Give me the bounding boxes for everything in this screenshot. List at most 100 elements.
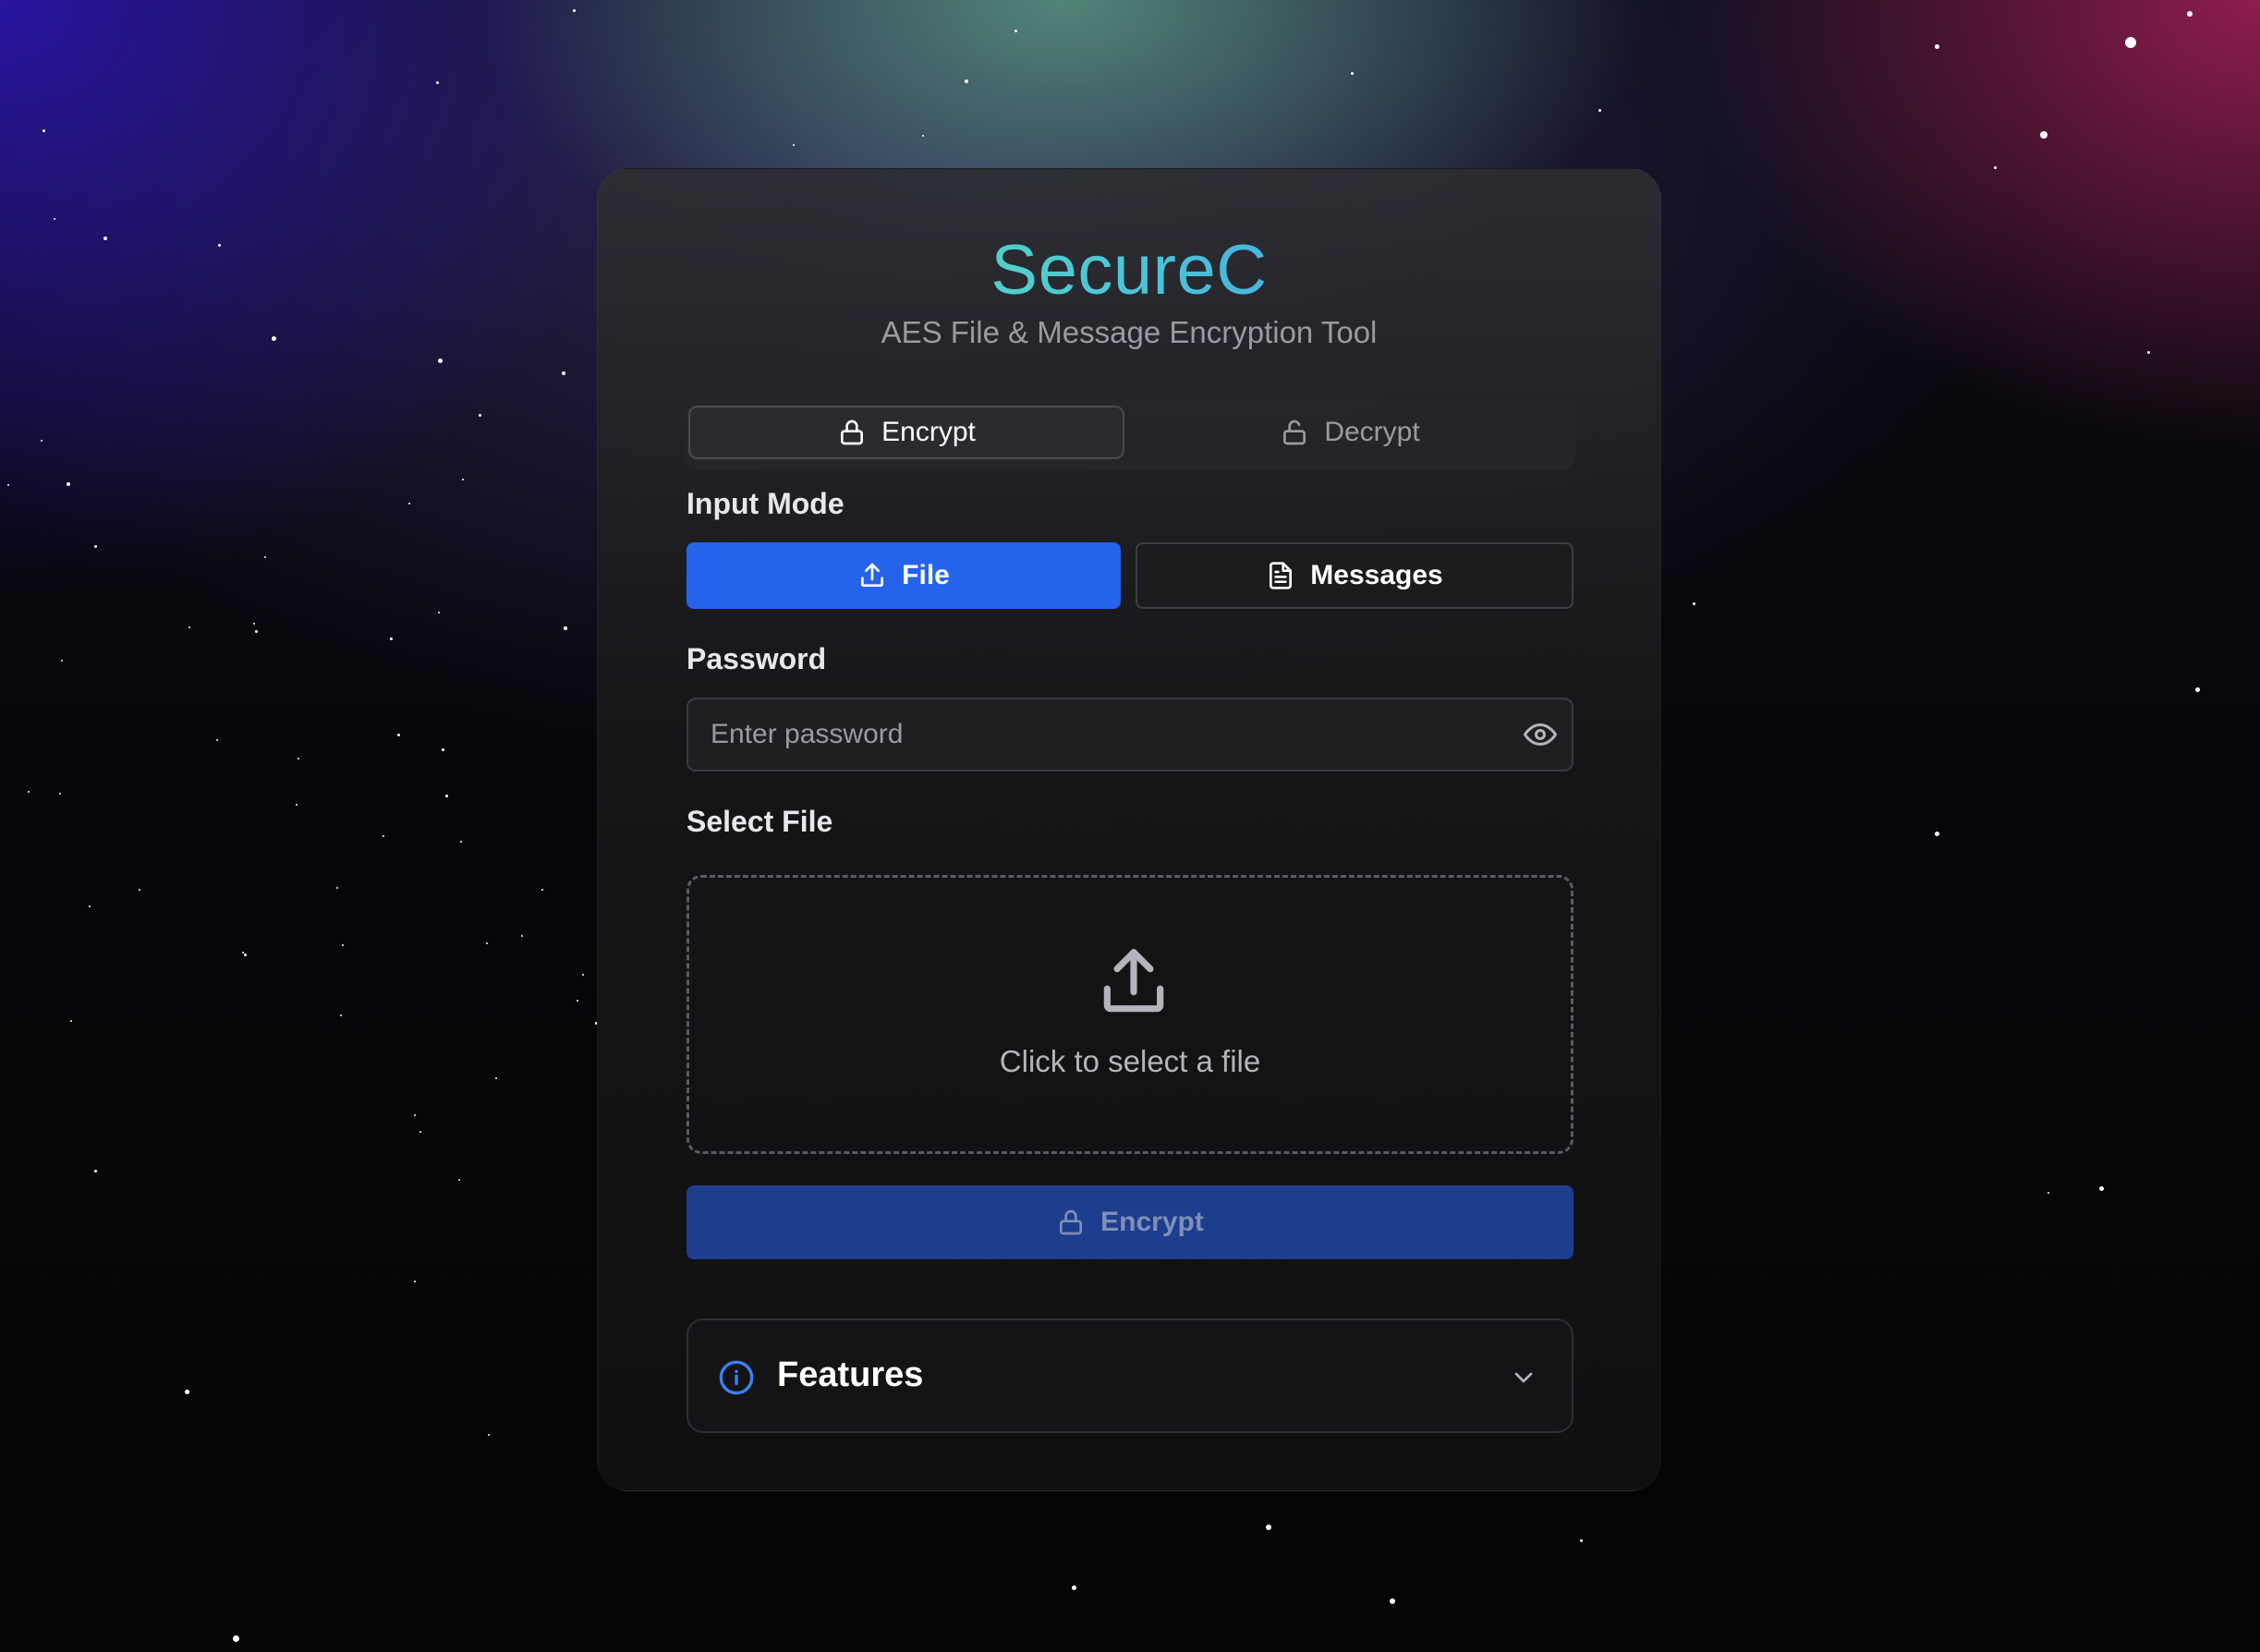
- password-field: [687, 698, 1573, 771]
- star-dot: [242, 952, 244, 954]
- app-title: SecureC: [598, 230, 1660, 310]
- upload-icon: [1103, 949, 1164, 1013]
- password-label: Password: [687, 642, 827, 675]
- star-dot: [495, 1077, 497, 1079]
- star-dot: [479, 414, 481, 417]
- star-dot: [414, 1114, 416, 1116]
- star-dot: [41, 440, 43, 442]
- star-dot: [103, 237, 107, 240]
- star-dot: [94, 1170, 97, 1172]
- star-dot: [336, 887, 338, 889]
- messages-mode-label: Messages: [1310, 560, 1443, 590]
- star-dot: [564, 626, 567, 630]
- star-dot: [460, 841, 462, 843]
- star-dot: [61, 660, 63, 662]
- star-dot: [94, 545, 97, 548]
- star-dot: [438, 612, 440, 613]
- star-dot: [244, 954, 247, 956]
- star-dot: [296, 804, 298, 806]
- star-dot: [185, 1390, 189, 1394]
- star-dot: [233, 1635, 239, 1642]
- features-accordion[interactable]: Features: [687, 1318, 1573, 1433]
- star-dot: [521, 935, 523, 937]
- star-dot: [1693, 602, 1695, 605]
- password-input[interactable]: [688, 699, 1501, 770]
- star-dot: [414, 1281, 416, 1282]
- select-file-label: Select File: [687, 805, 833, 838]
- star-dot: [442, 748, 444, 751]
- star-dot: [1994, 166, 1997, 169]
- lock-icon: [841, 419, 864, 445]
- star-dot: [28, 791, 30, 793]
- star-dot: [577, 1000, 578, 1002]
- star-dot: [793, 144, 795, 146]
- star-dot: [1935, 44, 1939, 49]
- star-dot: [89, 905, 91, 907]
- star-dot: [1580, 1539, 1583, 1542]
- star-dot: [390, 638, 393, 640]
- star-dot: [438, 358, 443, 363]
- star-dot: [43, 129, 45, 132]
- star-dot: [2099, 1186, 2104, 1191]
- star-dot: [397, 734, 400, 736]
- tab-decrypt-label: Decrypt: [1324, 417, 1420, 447]
- tab-encrypt-label: Encrypt: [881, 417, 976, 447]
- star-dot: [139, 889, 140, 891]
- tab-decrypt[interactable]: Decrypt: [1132, 406, 1568, 459]
- file-mode-button[interactable]: File: [687, 542, 1121, 609]
- star-dot: [383, 835, 384, 837]
- star-dot: [488, 1434, 490, 1436]
- star-dot: [272, 336, 276, 341]
- unlock-icon: [1283, 419, 1306, 445]
- star-dot: [1935, 832, 1939, 836]
- input-mode-label: Input Mode: [687, 487, 844, 520]
- star-dot: [922, 135, 924, 137]
- star-dot: [2047, 1192, 2049, 1194]
- star-dot: [342, 944, 344, 946]
- lock-icon: [1060, 1209, 1083, 1235]
- file-dropzone[interactable]: Click to select a file: [687, 875, 1573, 1154]
- star-dot: [1266, 1524, 1271, 1530]
- star-dot: [59, 793, 61, 795]
- eye-icon[interactable]: [1524, 718, 1557, 751]
- star-dot: [253, 623, 255, 625]
- star-dot: [54, 218, 55, 220]
- app-subtitle: AES File & Message Encryption Tool: [881, 315, 1378, 349]
- star-dot: [462, 479, 464, 480]
- star-dot: [573, 9, 576, 12]
- encryption-card: SecureC AES File & Message Encryption To…: [597, 168, 1661, 1491]
- encrypt-button-label: Encrypt: [1100, 1207, 1204, 1237]
- star-dot: [67, 482, 70, 486]
- upload-icon: [861, 563, 884, 587]
- star-dot: [218, 244, 221, 247]
- star-dot: [1390, 1598, 1395, 1604]
- star-dot: [2195, 687, 2200, 692]
- star-dot: [2125, 37, 2136, 48]
- star-dot: [264, 556, 266, 558]
- star-dot: [436, 81, 439, 84]
- star-dot: [1015, 30, 1017, 32]
- star-dot: [458, 1179, 460, 1181]
- tab-encrypt[interactable]: Encrypt: [688, 406, 1124, 459]
- star-dot: [965, 79, 968, 83]
- star-dot: [445, 795, 448, 797]
- star-dot: [562, 371, 565, 375]
- star-dot: [188, 626, 190, 628]
- star-dot: [7, 484, 9, 486]
- file-mode-label: File: [902, 560, 950, 590]
- star-dot: [582, 974, 584, 976]
- features-title: Features: [777, 1355, 924, 1394]
- star-dot: [1351, 72, 1354, 75]
- star-dot: [1598, 109, 1601, 112]
- star-dot: [1072, 1585, 1076, 1590]
- messages-mode-button[interactable]: Messages: [1136, 542, 1573, 609]
- star-dot: [486, 942, 488, 944]
- star-dot: [255, 630, 258, 633]
- star-dot: [2187, 11, 2193, 17]
- info-icon: [719, 1360, 754, 1395]
- mode-tabs: Encrypt Decrypt: [685, 400, 1575, 470]
- encrypt-button[interactable]: Encrypt: [687, 1185, 1573, 1259]
- star-dot: [2147, 351, 2150, 354]
- dropzone-prompt: Click to select a file: [999, 1044, 1261, 1078]
- star-dot: [298, 758, 299, 759]
